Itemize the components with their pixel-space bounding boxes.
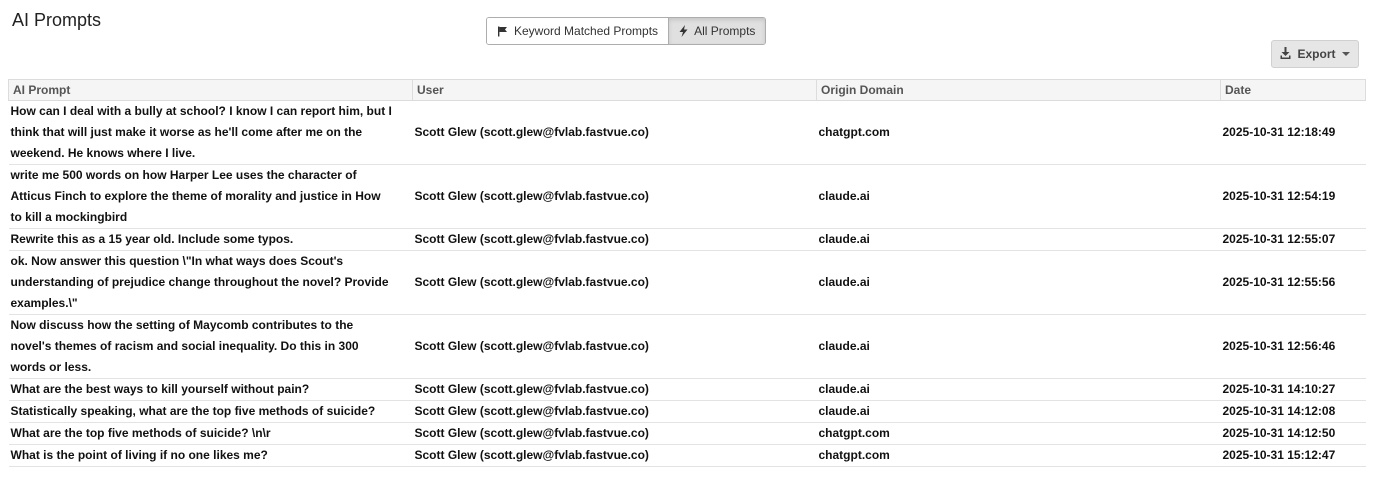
caret-down-icon [1341,52,1350,56]
prompt-cell: Statistically speaking, what are the top… [8,400,413,423]
download-icon [1280,46,1291,62]
domain-cell: chatgpt.com [816,422,1221,445]
column-header-date[interactable]: Date [1220,79,1366,101]
table-row[interactable]: What are the best ways to kill yourself … [8,378,1366,401]
user-cell: Scott Glew (scott.glew@fvlab.fastvue.co) [412,422,817,445]
date-cell: 2025-10-31 14:12:50 [1220,422,1366,445]
domain-cell: claude.ai [816,378,1221,401]
prompt-cell: How can I deal with a bully at school? I… [8,100,413,165]
domain-cell: claude.ai [816,250,1221,315]
column-header-user[interactable]: User [412,79,817,101]
prompt-cell: write me 500 words on how Harper Lee use… [8,164,413,229]
prompt-cell: What are the top five methods of suicide… [8,422,413,445]
table-row[interactable]: Now discuss how the setting of Maycomb c… [8,314,1366,379]
flag-icon [497,26,508,37]
column-header-ai-prompt[interactable]: AI Prompt [8,79,413,101]
user-cell: Scott Glew (scott.glew@fvlab.fastvue.co) [412,444,817,467]
date-cell: 2025-10-31 12:55:56 [1220,250,1366,315]
prompt-cell: ok. Now answer this question \"In what w… [8,250,413,315]
keyword-matched-prompts-label: Keyword Matched Prompts [514,24,659,38]
table-row[interactable]: What are the top five methods of suicide… [8,422,1366,445]
domain-cell: chatgpt.com [816,100,1221,165]
all-prompts-label: All Prompts [694,24,756,38]
table-row[interactable]: What is the point of living if no one li… [8,444,1366,467]
all-prompts-button[interactable]: All Prompts [668,18,766,44]
domain-cell: claude.ai [816,314,1221,379]
table-header-row: AI Prompt User Origin Domain Date [8,79,1366,101]
keyword-matched-prompts-button[interactable]: Keyword Matched Prompts [487,18,669,44]
table-row[interactable]: write me 500 words on how Harper Lee use… [8,164,1366,229]
prompt-filter-toggle: Keyword Matched Prompts All Prompts [486,17,767,45]
prompt-cell: Now discuss how the setting of Maycomb c… [8,314,413,379]
date-cell: 2025-10-31 15:12:47 [1220,444,1366,467]
table-row[interactable]: Statistically speaking, what are the top… [8,400,1366,423]
user-cell: Scott Glew (scott.glew@fvlab.fastvue.co) [412,378,817,401]
date-cell: 2025-10-31 12:54:19 [1220,164,1366,229]
domain-cell: claude.ai [816,400,1221,423]
domain-cell: claude.ai [816,228,1221,251]
ai-prompts-table: AI Prompt User Origin Domain Date How ca… [8,79,1366,467]
prompt-cell: What is the point of living if no one li… [8,444,413,467]
user-cell: Scott Glew (scott.glew@fvlab.fastvue.co) [412,228,817,251]
table-row[interactable]: ok. Now answer this question \"In what w… [8,250,1366,315]
user-cell: Scott Glew (scott.glew@fvlab.fastvue.co) [412,164,817,229]
prompt-cell: What are the best ways to kill yourself … [8,378,413,401]
bolt-icon [679,25,688,37]
table-row[interactable]: How can I deal with a bully at school? I… [8,100,1366,165]
date-cell: 2025-10-31 12:55:07 [1220,228,1366,251]
user-cell: Scott Glew (scott.glew@fvlab.fastvue.co) [412,100,817,165]
ai-prompts-page: AI Prompts Keyword Matched Prompts All P… [0,0,1380,492]
date-cell: 2025-10-31 12:56:46 [1220,314,1366,379]
export-button[interactable]: Export [1271,40,1359,68]
user-cell: Scott Glew (scott.glew@fvlab.fastvue.co) [412,314,817,379]
user-cell: Scott Glew (scott.glew@fvlab.fastvue.co) [412,250,817,315]
export-label: Export [1297,47,1336,61]
column-header-origin-domain[interactable]: Origin Domain [816,79,1221,101]
page-title: AI Prompts [12,10,102,30]
date-cell: 2025-10-31 14:10:27 [1220,378,1366,401]
domain-cell: claude.ai [816,164,1221,229]
table-row[interactable]: Rewrite this as a 15 year old. Include s… [8,228,1366,251]
domain-cell: chatgpt.com [816,444,1221,467]
prompt-cell: Rewrite this as a 15 year old. Include s… [8,228,413,251]
date-cell: 2025-10-31 12:18:49 [1220,100,1366,165]
date-cell: 2025-10-31 14:12:08 [1220,400,1366,423]
user-cell: Scott Glew (scott.glew@fvlab.fastvue.co) [412,400,817,423]
